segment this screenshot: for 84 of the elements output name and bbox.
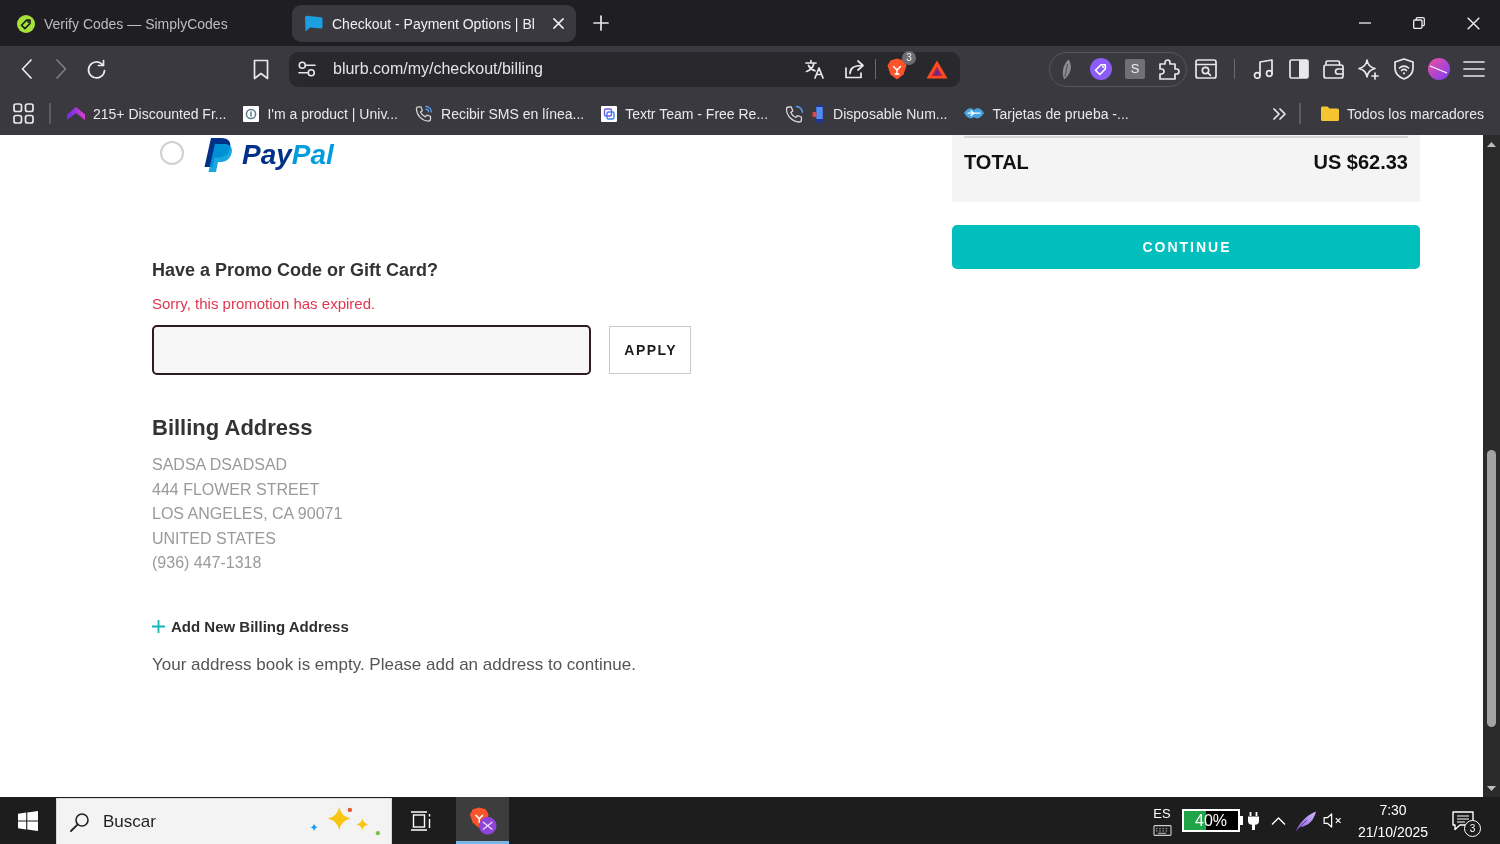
roof-logo-icon [67, 107, 85, 120]
double-chevron-icon[interactable] [1273, 107, 1287, 120]
puzzle-icon[interactable] [1158, 58, 1180, 80]
bookmark-link[interactable]: Tarjetas de prueba -... [964, 105, 1129, 122]
address-line: (936) 447-1318 [152, 553, 263, 573]
bookmark-folder[interactable]: Todos los marcadores [1321, 105, 1484, 122]
sidebar-icon[interactable] [1288, 59, 1309, 79]
promo-heading: Have a Promo Code or Gift Card? [152, 259, 439, 281]
chat-bubble-icon [304, 15, 323, 32]
bookmark-link[interactable]: I'm a product | Univ... [243, 105, 398, 122]
battery-tip-icon [1240, 816, 1243, 825]
handshake-icon [964, 107, 985, 120]
total-label: TOTAL [964, 150, 1029, 174]
language-indicator[interactable]: ES [1153, 805, 1171, 821]
restore-icon[interactable] [1413, 17, 1425, 29]
menu-icon[interactable] [1462, 61, 1485, 77]
bookmark-link[interactable]: Textr Team - Free Re... [601, 105, 769, 122]
search-field[interactable]: Buscar [103, 808, 309, 835]
back-icon[interactable] [20, 59, 32, 79]
bookmark-icon[interactable] [253, 58, 269, 80]
extension-button[interactable]: S [1125, 59, 1145, 79]
search-bar[interactable]: Buscar [56, 798, 392, 844]
promo-code-field[interactable] [152, 325, 591, 375]
profile-avatar-icon[interactable] [1427, 58, 1450, 80]
translate-icon[interactable] [805, 59, 825, 79]
folder-icon [1321, 106, 1340, 121]
feather-icon[interactable] [1295, 810, 1317, 831]
scrollbar[interactable] [1483, 135, 1500, 797]
count-badge: 3 [1464, 819, 1481, 837]
browser-app-icon[interactable] [468, 806, 497, 835]
task-view-icon[interactable] [409, 810, 431, 831]
page-search-icon[interactable] [1195, 59, 1217, 79]
radio-button[interactable] [160, 140, 184, 165]
address-line: 444 FLOWER STREET [152, 479, 321, 500]
triangle-logo-icon[interactable] [926, 59, 948, 79]
music-icon[interactable] [1253, 59, 1274, 79]
shield-wifi-icon[interactable] [1393, 58, 1414, 80]
tag-badge-icon [17, 14, 35, 33]
bookmark-link[interactable]: 215+ Discounted Fr... [67, 105, 227, 122]
scrollbar-thumb[interactable] [1487, 450, 1496, 727]
taskbar-app-button[interactable] [456, 797, 509, 844]
sparkle-icon[interactable] [1358, 58, 1379, 80]
browser-tab[interactable]: Checkout - Payment Options | Bl [292, 5, 576, 42]
share-icon[interactable] [844, 59, 865, 79]
add-address-link[interactable]: Add New Billing Address [152, 616, 349, 637]
scroll-up-icon[interactable] [1487, 142, 1496, 147]
plug-icon[interactable] [1247, 811, 1259, 830]
address-line: LOS ANGELES, CA 90071 [152, 504, 343, 524]
address-line: UNITED STATES [152, 528, 277, 549]
shield-logo-icon[interactable] [887, 58, 907, 80]
browser-tab[interactable]: Verify Codes — SimplyCodes [5, 5, 285, 42]
circle-logo-icon [243, 105, 260, 122]
squares-logo-icon [601, 105, 618, 122]
phones-icon [785, 103, 826, 124]
scroll-down-icon[interactable] [1487, 786, 1496, 791]
p-logo-icon [203, 138, 232, 172]
clock[interactable]: 7:30 21/10/2025 [1347, 798, 1439, 843]
leaf-icon[interactable] [1061, 58, 1073, 80]
notification-icon[interactable] [1452, 810, 1474, 831]
close-icon[interactable] [553, 18, 564, 29]
sparkles-icon [309, 807, 381, 836]
error-message: Sorry, this promotion has expired. [152, 294, 376, 314]
search-icon [70, 811, 90, 832]
address-url[interactable]: blurb.com/my/checkout/billing [333, 60, 543, 78]
bookmark-link[interactable]: Recibir SMS en línea... [415, 104, 585, 123]
start-icon[interactable] [18, 810, 38, 831]
bookmark-link[interactable]: Disposable Num... [785, 103, 948, 124]
empty-notice: Your address book is empty. Please add an address to continue. [152, 653, 636, 676]
phone-call-icon [415, 104, 433, 123]
wallet-icon[interactable] [1323, 59, 1344, 79]
address-line: SADSA DSADSAD [152, 455, 289, 475]
reload-icon[interactable] [85, 58, 107, 80]
muted-speaker-icon[interactable] [1322, 813, 1344, 828]
keyboard-icon[interactable] [1152, 824, 1172, 836]
chevron-up-icon[interactable] [1270, 816, 1286, 825]
close-icon[interactable] [1466, 16, 1480, 30]
billing-heading: Billing Address [152, 414, 313, 442]
total-value: US $62.33 [1313, 150, 1408, 174]
address-field[interactable]: blurb.com/my/checkout/billing 3 [289, 51, 960, 87]
apply-button[interactable]: APPLY [609, 326, 691, 374]
count-badge: 3 [902, 51, 916, 65]
grid-icon[interactable] [13, 103, 34, 124]
tag-badge-icon[interactable] [1090, 58, 1112, 80]
site-settings-icon[interactable] [298, 61, 316, 77]
